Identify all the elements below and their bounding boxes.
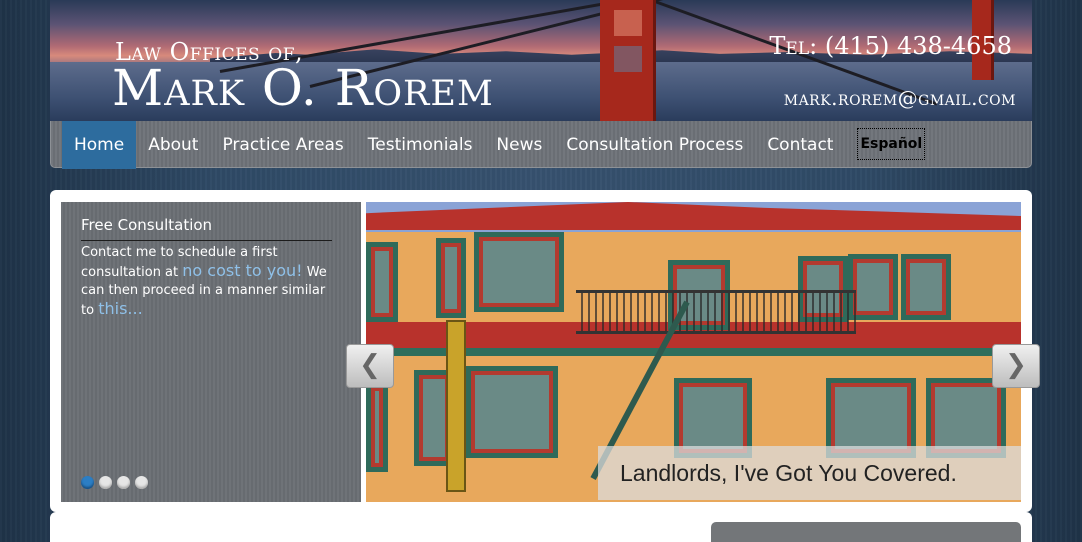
caption-more-link[interactable]: this... xyxy=(98,299,142,318)
window xyxy=(474,232,564,312)
slide-dots xyxy=(81,476,148,489)
caption-highlight[interactable]: no cost to you! xyxy=(182,261,302,280)
slide-slogan: Landlords, I've Got You Covered. xyxy=(598,446,1021,500)
nav-about[interactable]: About xyxy=(136,121,210,169)
slide-dot-3[interactable] xyxy=(117,476,130,489)
window xyxy=(466,366,558,458)
window xyxy=(366,382,388,472)
chevron-right-icon: ❯ xyxy=(1005,350,1027,380)
phone-number[interactable]: Tel: (415) 438-4658 xyxy=(769,32,1012,60)
nav-home[interactable]: Home xyxy=(62,120,137,169)
window xyxy=(366,242,398,322)
next-slide-button[interactable]: ❯ xyxy=(992,344,1040,388)
logo-line-2: Mark O. Rorem xyxy=(112,59,494,117)
slide-dot-4[interactable] xyxy=(135,476,148,489)
nav-practice-areas[interactable]: Practice Areas xyxy=(210,121,355,169)
slide-dot-2[interactable] xyxy=(99,476,112,489)
sidebar-panel xyxy=(711,522,1021,542)
site-header: Law Offices of, Mark O. Rorem Tel: (415)… xyxy=(50,0,1032,121)
fire-escape xyxy=(576,290,856,334)
nav-news[interactable]: News xyxy=(484,121,554,169)
caption-title: Free Consultation xyxy=(81,216,332,241)
nav-contact[interactable]: Contact xyxy=(755,121,845,169)
slider-panel: Free Consultation Contact me to schedule… xyxy=(50,190,1040,512)
prev-slide-button[interactable]: ❮ xyxy=(346,344,394,388)
caption-box: Free Consultation Contact me to schedule… xyxy=(61,202,361,502)
caption-body: Contact me to schedule a first consultat… xyxy=(81,244,341,320)
language-espanol[interactable]: Español xyxy=(857,128,926,160)
hanging-sign xyxy=(446,320,466,492)
window xyxy=(436,238,466,318)
nav-consultation-process[interactable]: Consultation Process xyxy=(554,121,755,169)
nav-testimonials[interactable]: Testimonials xyxy=(356,121,485,169)
slide-dot-1[interactable] xyxy=(81,476,94,489)
window xyxy=(901,254,951,320)
email-link[interactable]: mark.rorem@gmail.com xyxy=(784,86,1016,110)
main-nav: Home About Practice Areas Testimonials N… xyxy=(50,120,1032,169)
slide-image: Landlords, I've Got You Covered. xyxy=(366,202,1021,502)
bridge-tower xyxy=(600,0,656,121)
chevron-left-icon: ❮ xyxy=(359,350,381,380)
